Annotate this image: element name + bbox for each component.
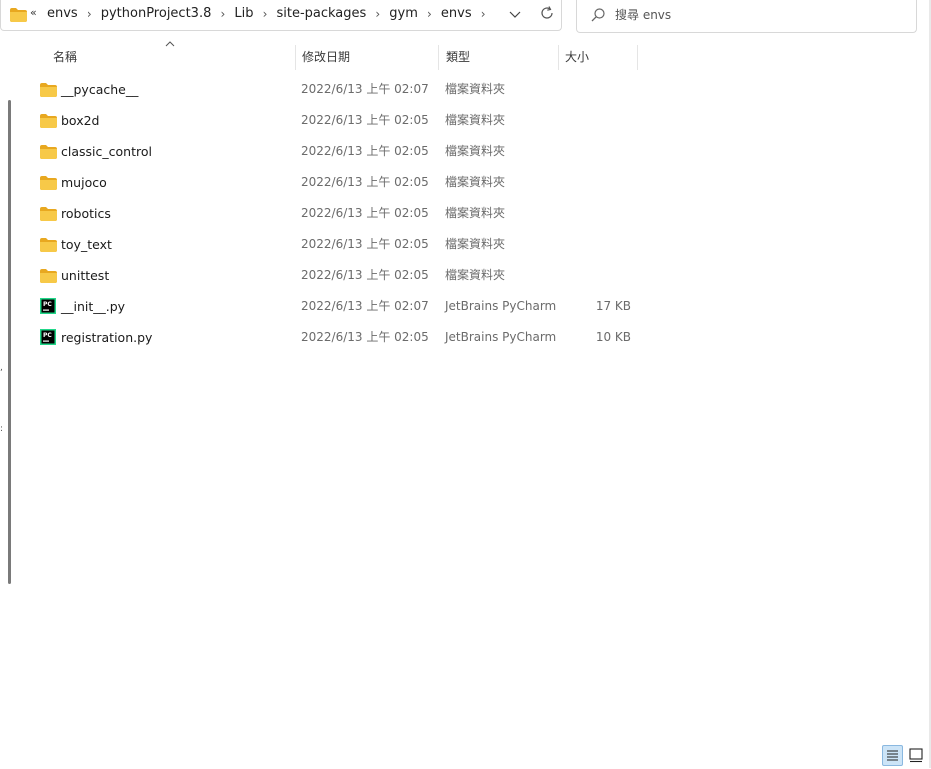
file-name: __init__.py bbox=[61, 299, 126, 314]
column-divider[interactable] bbox=[295, 45, 296, 70]
file-size bbox=[558, 260, 631, 291]
file-size: 17 KB bbox=[595, 299, 631, 313]
file-date: 2022/6/13 上午 02:07 bbox=[301, 299, 429, 313]
file-date: 2022/6/13 上午 02:05 bbox=[301, 113, 429, 127]
file-row[interactable]: toy_text 2022/6/13 上午 02:05 檔案資料夾 bbox=[18, 229, 658, 260]
file-name: robotics bbox=[61, 206, 111, 221]
search-icon bbox=[590, 7, 606, 27]
folder-icon bbox=[10, 7, 27, 26]
file-name: classic_control bbox=[61, 144, 152, 159]
file-type: 檔案資料夾 bbox=[445, 144, 506, 158]
breadcrumb-item[interactable]: site-packages bbox=[276, 6, 366, 21]
column-header-date[interactable]: 修改日期 bbox=[302, 40, 350, 74]
file-name: unittest bbox=[61, 268, 110, 283]
edge-mark: , bbox=[0, 363, 3, 373]
sort-ascending-icon bbox=[165, 40, 175, 51]
folder-icon bbox=[40, 144, 57, 161]
breadcrumb-item[interactable]: envs bbox=[441, 6, 472, 21]
breadcrumb-separator-icon[interactable]: › bbox=[253, 7, 276, 21]
file-row[interactable]: __pycache__ 2022/6/13 上午 02:07 檔案資料夾 bbox=[18, 74, 658, 105]
file-size bbox=[558, 167, 631, 198]
file-name: __pycache__ bbox=[61, 82, 139, 97]
breadcrumb-item[interactable]: Lib bbox=[234, 6, 253, 21]
breadcrumb-separator-icon[interactable]: › bbox=[366, 7, 389, 21]
column-divider[interactable] bbox=[637, 45, 638, 70]
file-size bbox=[558, 105, 631, 136]
breadcrumb-separator-icon[interactable]: › bbox=[78, 7, 101, 21]
file-name: toy_text bbox=[61, 237, 112, 252]
file-row[interactable]: box2d 2022/6/13 上午 02:05 檔案資料夾 bbox=[18, 105, 658, 136]
breadcrumb-separator-icon[interactable]: › bbox=[211, 7, 234, 21]
details-view-icon bbox=[887, 750, 898, 761]
file-type: 檔案資料夾 bbox=[445, 175, 506, 189]
file-date: 2022/6/13 上午 02:05 bbox=[301, 237, 429, 251]
folder-icon bbox=[40, 237, 57, 254]
column-header-name[interactable]: 名稱 bbox=[53, 40, 77, 74]
breadcrumb-separator-icon[interactable]: › bbox=[418, 7, 441, 21]
chevron-down-icon[interactable] bbox=[507, 6, 523, 22]
file-row[interactable]: mujoco 2022/6/13 上午 02:05 檔案資料夾 bbox=[18, 167, 658, 198]
pycharm-file-icon: PC bbox=[40, 329, 57, 346]
vertical-scrollbar[interactable] bbox=[8, 100, 11, 584]
folder-icon bbox=[40, 82, 57, 99]
file-date: 2022/6/13 上午 02:05 bbox=[301, 175, 429, 189]
breadcrumb-separator-icon[interactable]: › bbox=[472, 7, 495, 21]
file-type: 檔案資料夾 bbox=[445, 268, 506, 282]
file-type: 檔案資料夾 bbox=[445, 82, 506, 96]
column-header-size[interactable]: 大小 bbox=[565, 40, 589, 74]
file-date: 2022/6/13 上午 02:05 bbox=[301, 330, 429, 344]
file-name: registration.py bbox=[61, 330, 153, 345]
folder-icon bbox=[40, 268, 57, 285]
file-name: box2d bbox=[61, 113, 100, 128]
refresh-icon[interactable] bbox=[538, 4, 556, 22]
file-size bbox=[558, 74, 631, 105]
breadcrumb-item[interactable]: envs bbox=[47, 6, 78, 21]
column-divider[interactable] bbox=[558, 45, 559, 70]
edge-mark: : bbox=[0, 424, 4, 434]
file-row[interactable]: PC registration.py 2022/6/13 上午 02:05 JetBr… bbox=[18, 322, 658, 353]
file-type: 檔案資料夾 bbox=[445, 113, 506, 127]
file-list: 名稱 修改日期 類型 大小 __pycache__ 2022/6/13 上午 02… bbox=[18, 40, 931, 745]
file-size: 10 KB bbox=[595, 330, 631, 344]
search-input[interactable] bbox=[615, 6, 905, 24]
file-date: 2022/6/13 上午 02:05 bbox=[301, 268, 429, 282]
toolbar-area: « envs › pythonProject3.8 › Lib › site-package… bbox=[0, 0, 931, 40]
overflow-chevron-icon[interactable]: « bbox=[30, 6, 37, 19]
status-bar bbox=[0, 745, 931, 768]
file-date: 2022/6/13 上午 02:05 bbox=[301, 206, 429, 220]
search-box[interactable] bbox=[576, 0, 917, 33]
file-size bbox=[558, 198, 631, 229]
file-size bbox=[558, 136, 631, 167]
pycharm-file-icon: PC bbox=[40, 298, 57, 315]
folder-icon bbox=[40, 206, 57, 223]
breadcrumb: envs › pythonProject3.8 › Lib › site-packages ›… bbox=[47, 6, 495, 21]
large-icons-view-icon bbox=[909, 748, 923, 763]
folder-icon bbox=[40, 113, 57, 130]
column-divider[interactable] bbox=[438, 45, 439, 70]
file-date: 2022/6/13 上午 02:07 bbox=[301, 82, 429, 96]
file-row[interactable]: robotics 2022/6/13 上午 02:05 檔案資料夾 bbox=[18, 198, 658, 229]
column-headers: 名稱 修改日期 類型 大小 bbox=[18, 40, 658, 74]
file-type: 檔案資料夾 bbox=[445, 206, 506, 220]
file-date: 2022/6/13 上午 02:05 bbox=[301, 144, 429, 158]
left-scroll-strip: , : bbox=[0, 40, 18, 745]
folder-icon bbox=[40, 175, 57, 192]
address-bar[interactable]: « envs › pythonProject3.8 › Lib › site-package… bbox=[0, 0, 562, 31]
file-type: 檔案資料夾 bbox=[445, 237, 506, 251]
file-type: JetBrains PyCharm bbox=[445, 330, 557, 344]
file-name: mujoco bbox=[61, 175, 107, 190]
file-row[interactable]: classic_control 2022/6/13 上午 02:05 檔案資料夾 bbox=[18, 136, 658, 167]
breadcrumb-item[interactable]: gym bbox=[389, 6, 418, 21]
details-view-button[interactable] bbox=[882, 745, 903, 766]
file-row[interactable]: PC __init__.py 2022/6/13 上午 02:07 JetBrains… bbox=[18, 291, 658, 322]
large-icons-view-button[interactable] bbox=[906, 745, 926, 765]
svg-text:PC: PC bbox=[43, 301, 52, 308]
file-row[interactable]: unittest 2022/6/13 上午 02:05 檔案資料夾 bbox=[18, 260, 658, 291]
file-size bbox=[558, 229, 631, 260]
column-header-type[interactable]: 類型 bbox=[446, 40, 470, 74]
breadcrumb-item[interactable]: pythonProject3.8 bbox=[101, 6, 212, 21]
file-type: JetBrains PyCharm bbox=[445, 299, 557, 313]
svg-text:PC: PC bbox=[43, 332, 52, 339]
